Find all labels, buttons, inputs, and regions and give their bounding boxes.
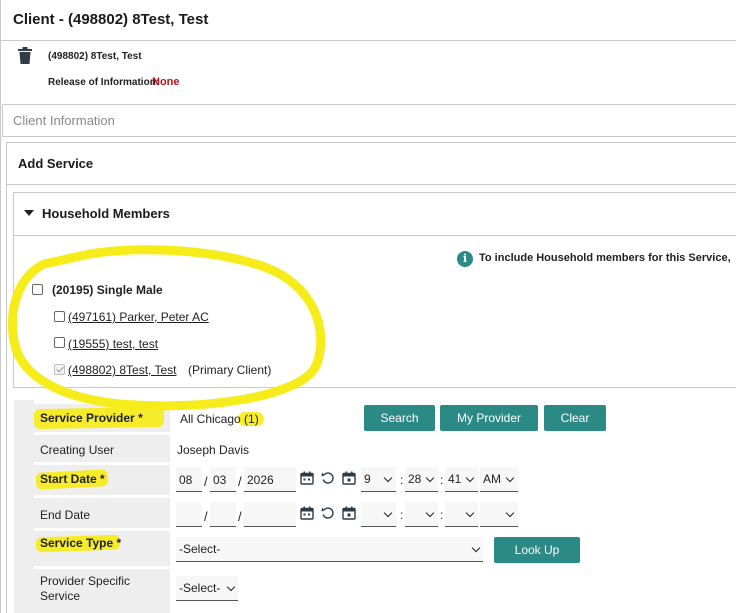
end-date-day-input[interactable] bbox=[210, 502, 236, 527]
provider-specific-label-line2: Service bbox=[40, 589, 81, 603]
time-separator: : bbox=[440, 473, 444, 487]
time-separator: : bbox=[440, 508, 444, 522]
end-date-year-input[interactable] bbox=[244, 502, 296, 527]
provider-specific-select[interactable]: -Select- bbox=[176, 576, 238, 601]
service-provider-value: All Chicago (1) bbox=[180, 412, 259, 426]
end-date-month-input[interactable] bbox=[176, 502, 202, 527]
my-provider-button[interactable]: My Provider bbox=[440, 405, 538, 431]
date-separator: / bbox=[204, 509, 208, 524]
household-info-text: To include Household members for this Se… bbox=[479, 252, 731, 264]
start-date-day-input[interactable]: 03 bbox=[210, 467, 236, 492]
highlight-circle bbox=[8, 245, 326, 411]
time-separator: : bbox=[400, 508, 404, 522]
form-gutter bbox=[14, 400, 34, 613]
date-separator: / bbox=[238, 509, 242, 524]
release-of-information-value: None bbox=[152, 76, 180, 88]
add-service-title: Add Service bbox=[18, 156, 94, 171]
title-bar: Client - (498802) 8Test, Test bbox=[0, 0, 736, 41]
start-date-year-input[interactable]: 2026 bbox=[244, 467, 296, 492]
look-up-button[interactable]: Look Up bbox=[494, 537, 580, 563]
calendar-icon[interactable] bbox=[300, 471, 314, 485]
time-separator: : bbox=[400, 473, 404, 487]
end-date-label: End Date bbox=[40, 508, 91, 522]
end-second-select[interactable] bbox=[445, 502, 478, 527]
clear-button[interactable]: Clear bbox=[544, 405, 606, 431]
start-ampm-select[interactable]: AM bbox=[480, 467, 518, 492]
date-separator: / bbox=[204, 474, 208, 489]
start-minute-select[interactable]: 28 bbox=[405, 467, 438, 492]
provider-specific-label-line1: Provider Specific bbox=[40, 574, 131, 588]
window-title: Client - (498802) 8Test, Test bbox=[13, 11, 209, 28]
end-hour-select[interactable] bbox=[361, 502, 396, 527]
household-members-title: Household Members bbox=[42, 206, 170, 221]
client-name: (498802) 8Test, Test bbox=[48, 51, 142, 62]
clock-calendar-icon[interactable] bbox=[342, 471, 356, 485]
calendar-icon[interactable] bbox=[300, 506, 314, 520]
add-service-header: Add Service bbox=[6, 142, 736, 185]
date-separator: / bbox=[238, 474, 242, 489]
end-ampm-select[interactable] bbox=[480, 502, 518, 527]
info-icon: i bbox=[457, 251, 473, 267]
trash-icon[interactable] bbox=[18, 47, 32, 64]
caret-down-icon bbox=[24, 210, 34, 216]
creating-user-label: Creating User bbox=[40, 443, 115, 457]
household-members-header[interactable]: Household Members bbox=[13, 192, 736, 236]
service-type-label: Service Type * bbox=[40, 536, 122, 550]
start-hour-select[interactable]: 9 bbox=[361, 467, 396, 492]
release-of-information-label: Release of Information: bbox=[48, 77, 160, 88]
client-information-tab[interactable]: Client Information bbox=[2, 104, 736, 137]
reset-icon[interactable] bbox=[321, 471, 335, 485]
start-second-select[interactable]: 41 bbox=[445, 467, 478, 492]
reset-icon[interactable] bbox=[321, 506, 335, 520]
service-provider-label: Service Provider * bbox=[40, 411, 143, 425]
search-button[interactable]: Search bbox=[364, 405, 435, 431]
end-minute-select[interactable] bbox=[405, 502, 438, 527]
service-type-select[interactable]: -Select- bbox=[176, 537, 483, 562]
start-date-label: Start Date * bbox=[40, 472, 105, 486]
clock-calendar-icon[interactable] bbox=[342, 506, 356, 520]
start-date-month-input[interactable]: 08 bbox=[176, 467, 202, 492]
creating-user-value: Joseph Davis bbox=[177, 443, 250, 457]
client-information-label: Client Information bbox=[13, 113, 115, 128]
